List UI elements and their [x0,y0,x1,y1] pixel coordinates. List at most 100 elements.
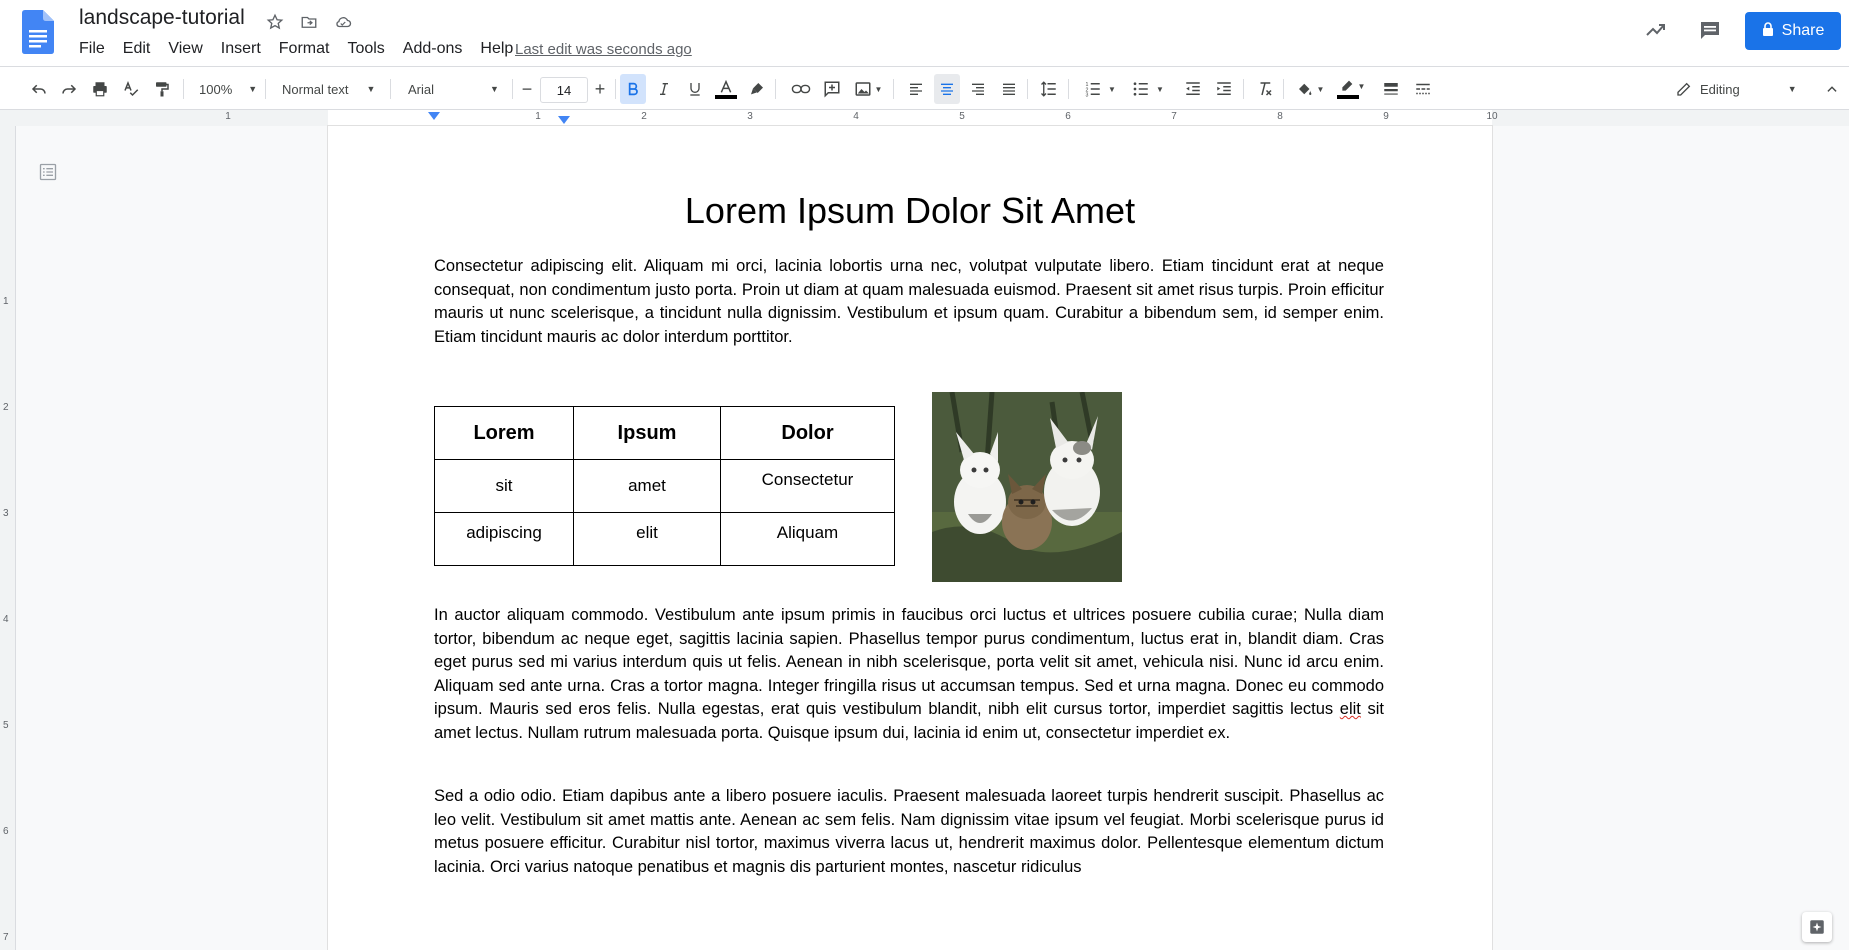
vruler-label: 5 [3,720,9,731]
mode-value: Editing [1700,81,1740,97]
collapse-menus-icon[interactable] [1820,74,1844,104]
last-edit-link[interactable]: Last edit was seconds ago [515,41,692,58]
horizontal-ruler[interactable]: 1 1 2 3 4 5 6 7 8 9 10 [0,110,1849,126]
ruler-label: 3 [747,111,753,122]
menu-edit[interactable]: Edit [114,38,160,60]
underline-icon[interactable] [682,74,708,104]
vruler-label: 6 [3,826,9,837]
share-button[interactable]: Share [1745,12,1841,50]
ruler-label: 1 [225,111,231,122]
insert-image-icon[interactable]: ▼ [850,74,886,104]
cloud-saved-icon[interactable] [330,10,356,34]
ruler-label: 5 [959,111,965,122]
text-color-icon[interactable] [713,74,739,104]
align-right-icon[interactable] [965,74,991,104]
ruler-label: 1 [535,111,541,122]
ruler-label: 4 [853,111,859,122]
vruler-label: 1 [3,296,9,307]
table-cell[interactable]: Consectetur [720,459,895,513]
add-comment-icon[interactable] [819,74,845,104]
app-header: landscape-tutorial File Edit View Insert… [0,0,1849,66]
comments-icon[interactable] [1694,14,1726,46]
activity-trend-icon[interactable] [1640,14,1672,46]
table-header-cell[interactable]: Lorem [434,406,574,460]
align-left-icon[interactable] [903,74,929,104]
decrease-font-size-button[interactable]: − [516,74,538,104]
ruler-label: 2 [641,111,647,122]
ruler-label: 7 [1171,111,1177,122]
table-cell[interactable]: Aliquam [720,512,895,566]
document-title[interactable]: landscape-tutorial [79,6,245,30]
table-header-cell[interactable]: Ipsum [573,406,721,460]
increase-font-size-button[interactable]: + [589,74,611,104]
zoom-value: 100% [199,81,233,97]
menu-addons[interactable]: Add-ons [394,38,472,60]
border-color-icon[interactable]: ▼ [1334,74,1370,104]
redo-icon[interactable] [56,74,82,104]
bulleted-list-icon[interactable]: ▼ [1128,74,1168,104]
highlight-icon[interactable] [744,74,770,104]
kittens-image[interactable] [932,391,1122,582]
indent-marker-icon[interactable] [428,112,440,120]
menu-format[interactable]: Format [270,38,339,60]
tab-stop-marker-icon[interactable] [558,116,570,124]
table-row: adipiscing elit Aliquam [434,512,895,566]
align-center-icon[interactable] [934,74,960,104]
vruler-label: 4 [3,614,9,625]
undo-icon[interactable] [26,74,52,104]
vruler-label: 7 [3,932,9,943]
menu-bar: File Edit View Insert Format Tools Add-o… [70,38,522,60]
italic-icon[interactable] [651,74,677,104]
explore-icon[interactable] [1802,912,1832,942]
document-heading: Lorem Ipsum Dolor Sit Amet [684,190,1136,231]
table-cell[interactable]: amet [573,459,721,513]
style-select[interactable]: Normal text ▼ [272,74,384,104]
line-spacing-icon[interactable] [1036,74,1062,104]
document-page[interactable]: Lorem Ipsum Dolor Sit Amet Consectetur a… [328,126,1492,950]
table-header-row: Lorem Ipsum Dolor [434,406,895,460]
zoom-select[interactable]: 100% ▼ [193,74,259,104]
move-to-folder-icon[interactable] [296,10,322,34]
vertical-ruler[interactable]: 1 2 3 4 5 6 7 [0,126,16,950]
justify-icon[interactable] [996,74,1022,104]
menu-view[interactable]: View [159,38,211,60]
increase-indent-icon[interactable] [1211,74,1237,104]
numbered-list-icon[interactable]: 123 ▼ [1080,74,1120,104]
table-row: sit amet Consectetur [434,459,895,513]
star-icon[interactable] [262,10,288,34]
misspelled-word[interactable]: elit [1340,700,1361,718]
table-cell[interactable]: elit [573,512,721,566]
table-cell[interactable]: adipiscing [434,512,574,566]
ruler-label: 6 [1065,111,1071,122]
chevron-down-icon: ▼ [366,84,376,94]
document-outline-icon[interactable] [34,158,62,186]
bold-icon[interactable] [620,74,646,104]
ruler-label: 8 [1277,111,1283,122]
table-header-cell[interactable]: Dolor [720,406,895,460]
paint-format-icon[interactable] [149,74,175,104]
cell-fill-icon[interactable]: ▼ [1292,74,1328,104]
link-icon[interactable] [788,74,814,104]
document-table[interactable]: Lorem Ipsum Dolor sit amet Consectetur a… [434,406,895,566]
font-size-input[interactable]: 14 [540,77,588,103]
docs-logo-icon[interactable] [22,10,54,54]
style-value: Normal text [282,81,349,97]
share-label: Share [1781,22,1825,39]
vruler-label: 3 [3,508,9,519]
vruler-label: 2 [3,402,9,413]
font-select[interactable]: Arial ▼ [398,74,510,104]
clear-formatting-icon[interactable] [1252,74,1278,104]
pencil-icon [1676,81,1692,97]
menu-insert[interactable]: Insert [212,38,270,60]
menu-tools[interactable]: Tools [338,38,393,60]
spellcheck-icon[interactable] [118,74,144,104]
formatting-toolbar: 100% ▼ Normal text ▼ Arial ▼ − 14 + ▼ 1 … [0,66,1849,110]
table-cell[interactable]: sit [434,459,574,513]
menu-file[interactable]: File [70,38,114,60]
border-dash-icon[interactable] [1410,74,1436,104]
chevron-down-icon: ▼ [490,84,499,94]
print-icon[interactable] [87,74,113,104]
editing-mode-select[interactable]: Editing ▼ [1676,74,1806,104]
decrease-indent-icon[interactable] [1180,74,1206,104]
border-width-icon[interactable] [1378,74,1404,104]
